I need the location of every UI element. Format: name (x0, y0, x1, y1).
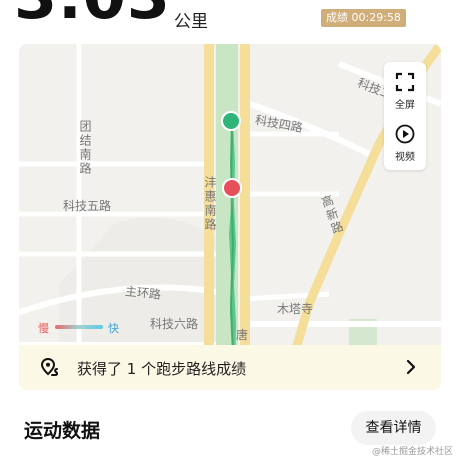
header: 3.03 公里 成绩 00:29:58 (0, 0, 460, 40)
map-label-temple: 木塔寺 (277, 302, 314, 316)
distance-value: 3.03 (14, 0, 171, 28)
fullscreen-button[interactable]: 全屏 (384, 66, 426, 114)
distance-unit: 公里 (174, 12, 208, 32)
speed-gradient-bar (55, 325, 103, 329)
video-button[interactable]: 视频 (384, 118, 426, 166)
map-label-keji-6: 科技六路 (150, 317, 199, 331)
map-label-tuanjie-south: 团结南路 (78, 120, 92, 176)
map-controls: 全屏 视频 (384, 62, 426, 170)
play-video-icon (395, 124, 415, 144)
speed-fast-label: 快 (108, 322, 119, 335)
fullscreen-icon (395, 72, 415, 92)
section-title-sport-data: 运动数据 (24, 420, 101, 442)
map-label-keji-5: 科技五路 (63, 199, 112, 213)
speed-slow-label: 慢 (38, 322, 49, 335)
map-label-zhuhuan: 主环路 (124, 284, 162, 302)
achievement-text: 获得了 1 个跑步路线成绩 (77, 360, 247, 378)
video-label: 视频 (395, 152, 415, 163)
route-achievement-banner[interactable]: 获得了 1 个跑步路线成绩 (19, 345, 441, 390)
watermark: @稀土掘金技术社区 (372, 447, 454, 457)
route-map[interactable]: 团结南路 科技四路 科技二 科技五路 沣惠南路 高新路 主环路 科技六路 木塔寺… (19, 44, 441, 390)
route-pin-icon (40, 357, 59, 376)
view-details-button[interactable]: 查看详情 (351, 411, 436, 445)
fullscreen-label: 全屏 (395, 100, 415, 111)
map-label-fenghui-south: 沣惠南路 (203, 176, 217, 232)
map-label-bottom-partial: 唐 (236, 328, 249, 342)
score-badge: 成绩 00:29:58 (321, 9, 406, 27)
chevron-right-icon (406, 359, 416, 375)
